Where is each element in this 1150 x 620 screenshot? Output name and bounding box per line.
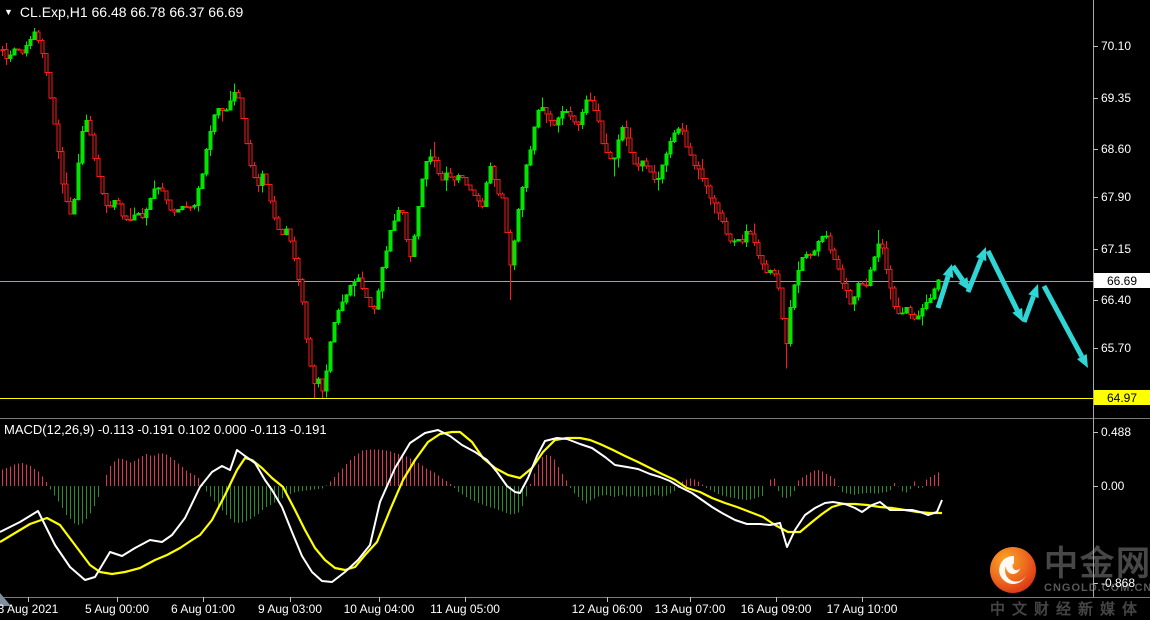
macd-tick-label: 0.488 — [1101, 425, 1132, 439]
time-tick-label: 5 Aug 00:00 — [84, 602, 150, 616]
axes-frame — [0, 0, 1150, 606]
price-tick-label: 67.90 — [1101, 190, 1132, 204]
price-tick-label: 69.35 — [1101, 91, 1132, 105]
price-tick-label: 66.40 — [1101, 293, 1132, 307]
symbol-dropdown-icon[interactable]: ▼ — [4, 5, 13, 19]
time-tick-label: 10 Aug 04:00 — [343, 602, 415, 616]
price-tick-label: 70.10 — [1101, 39, 1132, 53]
time-tick-label: 6 Aug 01:00 — [170, 602, 236, 616]
chart-window: 中金网 CNGOLD.COM.CN 中文财经新媒体 ▼ CL.Exp,H1 66… — [0, 0, 1150, 620]
price-tick-label: 67.15 — [1101, 242, 1132, 256]
macd-tick-label: 0.00 — [1101, 479, 1125, 493]
price-tick-label: 68.60 — [1101, 142, 1132, 156]
macd-lines — [0, 429, 943, 583]
current-price-label: 66.69 — [1094, 273, 1150, 288]
macd-indicator-label: MACD(12,26,9) -0.113 -0.191 0.102 0.000 … — [4, 422, 327, 437]
macd-line — [0, 429, 943, 583]
time-tick-label: 16 Aug 09:00 — [740, 602, 812, 616]
time-tick-label: 13 Aug 07:00 — [654, 602, 726, 616]
macd-tick-label: -0.868 — [1101, 576, 1136, 590]
forecast-arrows — [935, 247, 1088, 368]
time-tick-label: 3 Aug 2021 — [0, 602, 59, 616]
chart-canvas[interactable] — [0, 0, 1150, 620]
signal-line — [0, 430, 942, 576]
macd-histogram — [1, 449, 940, 526]
symbol-title-bar: ▼ CL.Exp,H1 66.48 66.78 66.37 66.69 — [4, 4, 243, 20]
time-tick-label: 11 Aug 05:00 — [430, 602, 500, 616]
support-price-label: 64.97 — [1094, 390, 1150, 405]
time-tick-label: 12 Aug 06:00 — [571, 602, 643, 616]
symbol-title: CL.Exp,H1 66.48 66.78 66.37 66.69 — [19, 4, 244, 20]
candlesticks-series — [0, 28, 941, 398]
time-tick-label: 17 Aug 10:00 — [826, 602, 898, 616]
time-tick-label: 9 Aug 03:00 — [257, 602, 323, 616]
price-tick-label: 65.70 — [1101, 341, 1132, 355]
